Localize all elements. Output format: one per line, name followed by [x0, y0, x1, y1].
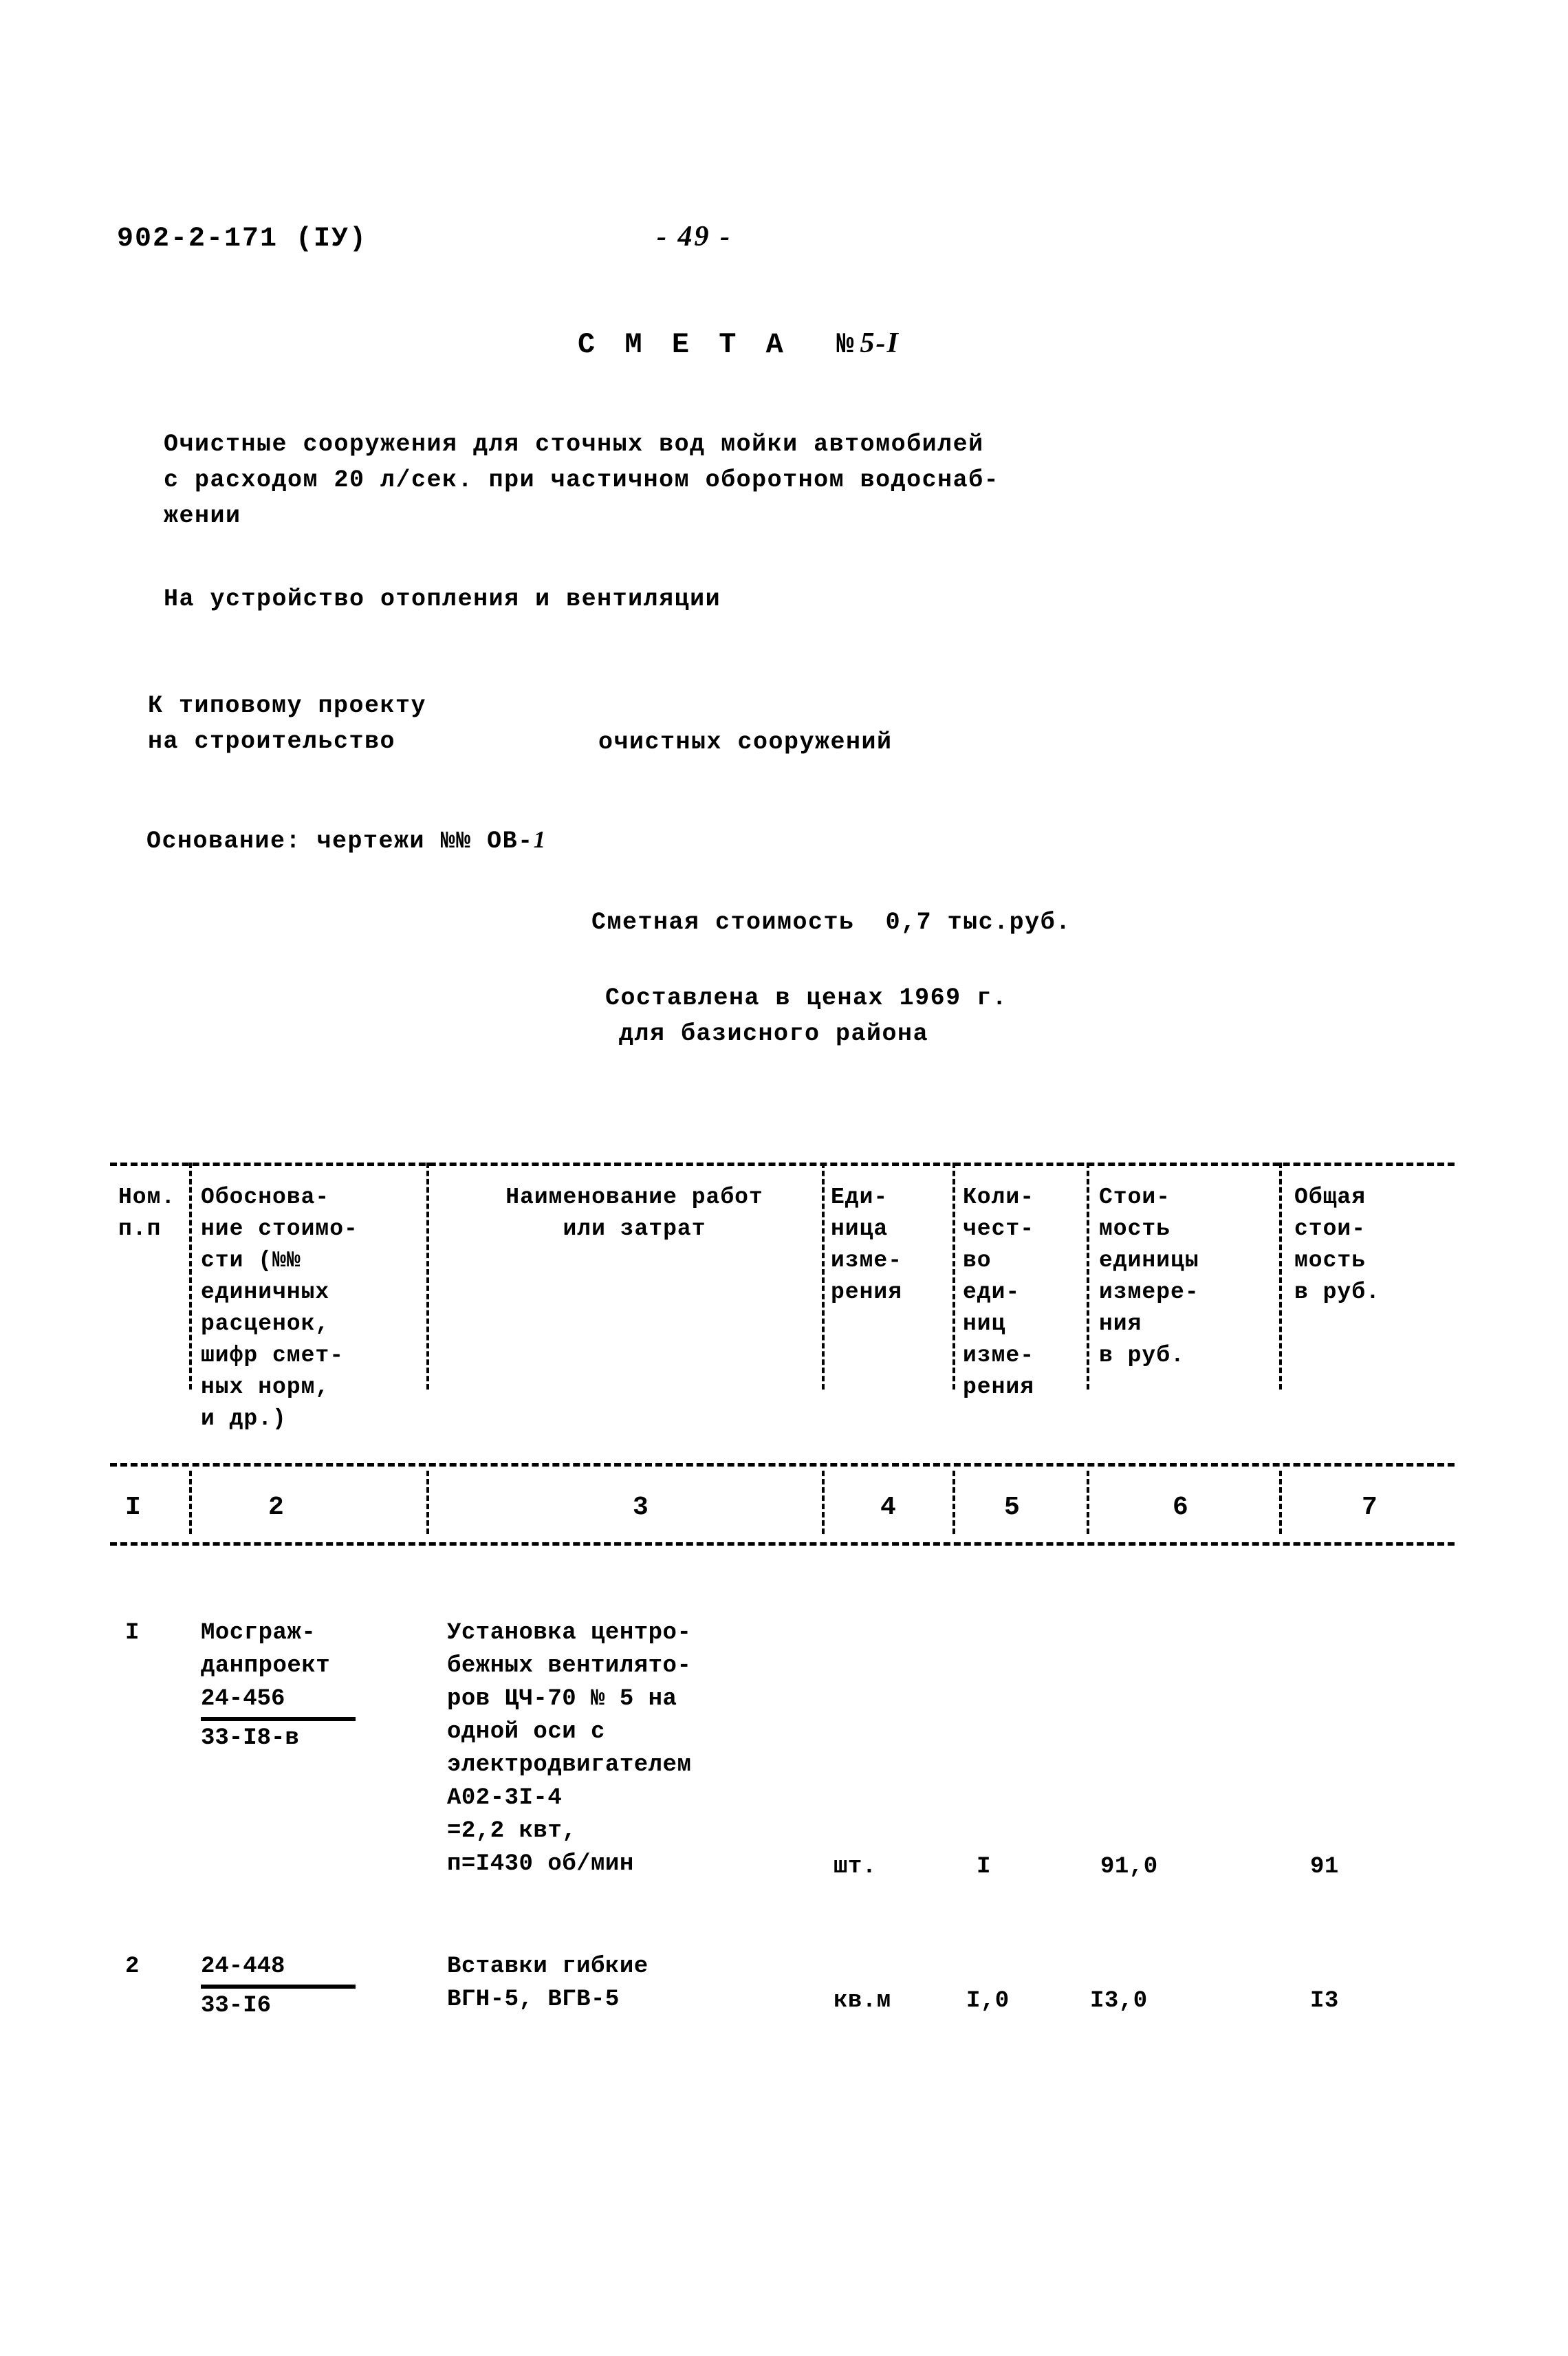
table-header-quantity: Коли- чест- во еди- ниц изме- рения: [963, 1185, 1035, 1400]
table-col-sep-3: [822, 1163, 825, 1390]
project-label: К типовому проекту на строительство: [148, 692, 427, 755]
row-description: Установка центро- бежных вентилято- ров …: [447, 1620, 692, 1877]
row-basis-fraction-bar: [201, 1717, 356, 1721]
document-page: 902-2-171 (IУ) - 49 - С М Е Т А №5-I Очи…: [0, 0, 1568, 2356]
table-top-border: [110, 1163, 1455, 1166]
row-unit: шт.: [834, 1854, 877, 1880]
row-unit-cost: 91,0: [1100, 1854, 1158, 1880]
row-basis-denominator: 33-I8-в: [201, 1725, 299, 1751]
table-colnum-sep-5: [1087, 1471, 1089, 1534]
table-header-basis: Обоснова- ние стоимо- сти (№№ единичных …: [201, 1185, 358, 1431]
row-unit: кв.м: [834, 1988, 891, 2014]
table-colnum-1: I: [125, 1493, 141, 1522]
row-basis-numerator: 24-448: [201, 1954, 285, 1980]
row-basis-text: Мосграж- данпроект: [201, 1620, 331, 1679]
basis-label: Основание: чертежи №№ ОВ-: [146, 828, 534, 855]
project-value: очистных сооружений: [598, 728, 893, 756]
table-colnum-3: 3: [633, 1493, 649, 1522]
page-title-number: 5-I: [860, 327, 900, 359]
row-quantity: I: [977, 1854, 991, 1880]
table-colnum-6: 6: [1173, 1493, 1188, 1522]
base-region-line: для базисного района: [619, 1020, 929, 1048]
work-type-line: На устройство отопления и вентиляции: [164, 585, 721, 613]
row-basis-numerator: 24-456: [201, 1686, 285, 1712]
table-header-total-cost: Общая стои- мость в руб.: [1294, 1185, 1380, 1305]
row-total-cost: 91: [1310, 1854, 1339, 1880]
table-colnum-4: 4: [880, 1493, 896, 1522]
row-basis-fraction: 24-456 33-I8-в: [201, 1683, 356, 1755]
row-description: Вставки гибкие ВГН-5, ВГВ-5: [447, 1954, 649, 2013]
row-basis-fraction: 24-448 33-I6: [201, 1950, 356, 2022]
table-colnum-bottom-border: [110, 1542, 1455, 1546]
table-header-bottom-border: [110, 1463, 1455, 1467]
table-col-sep-5: [1087, 1163, 1089, 1390]
table-colnum-sep-4: [952, 1471, 955, 1534]
estimated-cost-line: Сметная стоимость 0,7 тыс.руб.: [591, 909, 1071, 936]
basis-line: Основание: чертежи №№ ОВ-1: [146, 822, 547, 859]
table-header-description: Наименование работ или затрат: [505, 1185, 763, 1242]
row-no: 2: [125, 1954, 140, 1980]
table-colnum-7: 7: [1362, 1493, 1378, 1522]
basis-value: 1: [533, 826, 547, 853]
row-quantity: I,0: [966, 1988, 1010, 2014]
table-header-unit: Еди- ница изме- рения: [831, 1185, 903, 1305]
table-colnum-sep-1: [189, 1471, 192, 1534]
table-colnum-sep-6: [1279, 1471, 1282, 1534]
page-title: С М Е Т А №5-I: [578, 327, 900, 361]
table-colnum-2: 2: [268, 1493, 284, 1522]
table-header-no: Ном. п.п: [118, 1185, 176, 1242]
table-header-unit-cost: Стои- мость единицы измере- ния в руб.: [1099, 1185, 1199, 1368]
row-basis-denominator: 33-I6: [201, 1993, 272, 2019]
row-basis-fraction-bar: [201, 1985, 356, 1989]
document-code: 902-2-171 (IУ): [117, 224, 368, 255]
row-unit-cost: I3,0: [1090, 1988, 1148, 2014]
page-number: - 49 -: [657, 221, 732, 252]
table-colnum-5: 5: [1004, 1493, 1020, 1522]
object-description: Очистные сооружения для сточных вод мойк…: [164, 431, 1000, 530]
table-colnum-sep-2: [426, 1471, 429, 1534]
page-title-label: С М Е Т А №: [578, 328, 860, 361]
row-total-cost: I3: [1310, 1988, 1339, 2014]
row-no: I: [125, 1620, 140, 1646]
prices-year-line: Составлена в ценах 1969 г.: [605, 984, 1008, 1012]
table-colnum-sep-3: [822, 1471, 825, 1534]
